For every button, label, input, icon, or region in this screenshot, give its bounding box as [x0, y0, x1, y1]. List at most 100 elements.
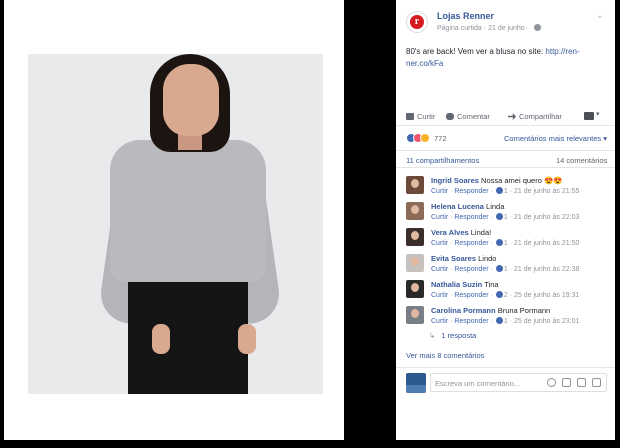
comment-input[interactable]: [435, 377, 545, 389]
comment-input-box[interactable]: [430, 373, 607, 392]
page-liked-label: Página curtida: [437, 25, 482, 32]
comment-date[interactable]: 21 de junho às 22:38: [514, 266, 579, 273]
comment-like-count[interactable]: 1: [504, 266, 508, 273]
comment-reply-link[interactable]: Responder: [454, 292, 488, 299]
comment-body: Carolina Pormann Bruna Pormann: [431, 306, 611, 316]
comment-like-link[interactable]: Curtir: [431, 214, 448, 221]
like-button[interactable]: Curtir: [406, 112, 435, 121]
comment-body: Vera Alves Linda!: [431, 228, 611, 238]
comment-text: Bruna Pormann: [497, 306, 551, 315]
photo-face: [163, 64, 219, 136]
comment-button[interactable]: Comentar: [446, 112, 490, 121]
comment-meta: Curtir · Responder · 1 · 21 de junho às …: [431, 239, 580, 247]
avatar[interactable]: [406, 306, 424, 324]
comment-body: Evita Soares Lindo: [431, 254, 611, 264]
avatar[interactable]: [406, 254, 424, 272]
photo-pants: [128, 264, 248, 394]
thumbs-up-icon: [406, 113, 414, 120]
camera-icon[interactable]: [562, 378, 571, 387]
comment-item: Vera Alves Linda! Curtir · Responder · 1…: [406, 228, 611, 252]
comment-reply-link[interactable]: Responder: [454, 266, 488, 273]
post-photo[interactable]: [28, 54, 323, 394]
comment-reply-link[interactable]: Responder: [454, 240, 488, 247]
comment-meta: Curtir · Responder · 2 · 25 de junho às …: [431, 291, 580, 299]
action-bar: Curtir Comentar Compartilhar ▾: [396, 108, 615, 126]
comment-like-count[interactable]: 1: [504, 240, 508, 247]
caret-down-icon[interactable]: ▾: [596, 110, 600, 118]
comment-meta: Curtir · Responder · 1 · 25 de junho às …: [431, 317, 580, 325]
shares-link[interactable]: 11 compartilhamentos: [406, 156, 479, 165]
comment-like-count[interactable]: 1: [504, 214, 508, 221]
comments-count[interactable]: 14 comentários: [556, 156, 607, 165]
comment-item: Ingrid Soares Nossa amei quero 😍😍 Curtir…: [406, 176, 611, 200]
comment-like-count[interactable]: 2: [504, 292, 508, 299]
share-label: Compartilhar: [519, 112, 562, 121]
page-logo[interactable]: r: [406, 11, 428, 33]
comment-like-count[interactable]: 1: [504, 318, 508, 325]
globe-icon: [534, 24, 542, 31]
comment-item: Nathalia Suzin Tina Curtir · Responder ·…: [406, 280, 611, 304]
post-panel: r Lojas Renner Página curtida · 21 de junh…: [396, 0, 615, 440]
avatar: [406, 373, 426, 393]
comment-author[interactable]: Vera Alves: [431, 228, 469, 237]
like-label: Curtir: [417, 112, 436, 121]
comment-reply-link[interactable]: Responder: [454, 214, 488, 221]
comment-label: Comentar: [457, 112, 490, 121]
comment-meta: Curtir · Responder · 1 · 21 de junho às …: [431, 265, 580, 273]
comment-sort-dropdown[interactable]: Comentários mais relevantes ▾: [504, 134, 607, 143]
comment-item: Helena Lucena Linda Curtir · Responder ·…: [406, 202, 611, 226]
photo-hand-left: [152, 324, 170, 354]
replies-label: 1 resposta: [441, 331, 477, 340]
comment-date[interactable]: 21 de junho às 21:50: [514, 240, 579, 247]
comment-text: Linda!: [470, 228, 492, 237]
comment-icon: [446, 113, 454, 120]
comment-author[interactable]: Nathalia Suzin: [431, 280, 482, 289]
avatar[interactable]: [406, 280, 424, 298]
comment-body: Helena Lucena Linda: [431, 202, 611, 212]
comment-author[interactable]: Ingrid Soares: [431, 176, 479, 185]
post-body: 80's are back! Vem ver a blusa no site:: [406, 47, 546, 56]
avatar[interactable]: [406, 202, 424, 220]
comment-author[interactable]: Helena Lucena: [431, 202, 484, 211]
like-reaction-icon: [495, 265, 503, 272]
comment-date[interactable]: 21 de junho às 22:03: [514, 214, 579, 221]
comment-like-count[interactable]: 1: [504, 188, 508, 195]
post-text: 80's are back! Vem ver a blusa no site: …: [406, 46, 606, 70]
photo-panel: [4, 0, 344, 440]
comment-date[interactable]: 25 de junho às 19:31: [514, 292, 579, 299]
comment-text: Lindo: [478, 254, 497, 263]
sticker-icon[interactable]: [592, 378, 601, 387]
renner-logo-icon: r: [410, 15, 424, 29]
comment-meta: Curtir · Responder · 1 · 21 de junho às …: [431, 187, 580, 195]
comment-date[interactable]: 21 de junho às 21:55: [514, 188, 579, 195]
comment-reply-link[interactable]: Responder: [454, 318, 488, 325]
comment-like-link[interactable]: Curtir: [431, 240, 448, 247]
reply-arrow-icon: ↳: [429, 331, 436, 340]
comment-item: Carolina Pormann Bruna Pormann Curtir · …: [406, 306, 611, 330]
reactions-count: 772: [434, 134, 447, 143]
comment-date[interactable]: 25 de junho às 23:01: [514, 318, 579, 325]
avatar[interactable]: [406, 228, 424, 246]
more-comments-link[interactable]: Ver mais 8 comentários: [406, 351, 484, 360]
page-avatar-icon[interactable]: [584, 112, 594, 120]
emoji-icon[interactable]: [547, 378, 556, 387]
photo-sweater: [110, 140, 266, 282]
comment-text: Linda: [486, 202, 505, 211]
post-date[interactable]: 21 de junho: [488, 25, 525, 32]
comment-author[interactable]: Evita Soares: [431, 254, 476, 263]
comment-author[interactable]: Carolina Pormann: [431, 306, 496, 315]
comment-like-link[interactable]: Curtir: [431, 188, 448, 195]
page-name-link[interactable]: Lojas Renner: [437, 11, 494, 21]
like-reaction-icon: [495, 291, 503, 298]
comment-like-link[interactable]: Curtir: [431, 292, 448, 299]
chevron-down-icon[interactable]: ⌄: [596, 10, 604, 21]
gif-icon[interactable]: [577, 378, 586, 387]
comment-composer: [396, 367, 615, 395]
haha-reaction-icon: [420, 133, 430, 143]
comment-like-link[interactable]: Curtir: [431, 318, 448, 325]
view-replies-link[interactable]: ↳ 1 resposta: [429, 331, 476, 340]
comment-reply-link[interactable]: Responder: [454, 188, 488, 195]
avatar[interactable]: [406, 176, 424, 194]
comment-like-link[interactable]: Curtir: [431, 266, 448, 273]
share-button[interactable]: Compartilhar: [508, 112, 562, 121]
